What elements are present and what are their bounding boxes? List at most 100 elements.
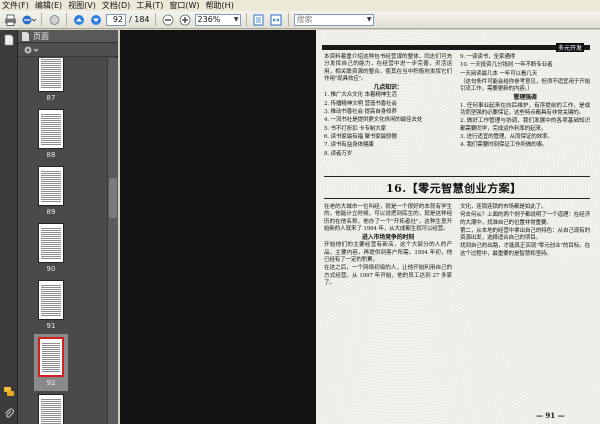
text-paragraph: 本资料着重介绍这种包书经营谋的整体，同志们可充分发挥自己的能力，在经营中进一步完… (324, 54, 452, 82)
document-view[interactable]: 多元开发 本资料着重介绍这种包书经营谋的整体，同志们可充分发挥自己的能力，在经营… (120, 30, 600, 424)
previous-page-icon[interactable] (72, 13, 86, 26)
page-thumbnails: 87888990919293 (18, 58, 107, 424)
toolbar-separator (66, 13, 67, 26)
toolbar-separator (287, 13, 289, 26)
attachment-icon[interactable] (3, 408, 15, 420)
pages-panel-toolbar (18, 43, 118, 57)
page-header-tag: 多元开发 (556, 43, 585, 52)
text-paragraph: 9. 一读读书，全家通得 (460, 54, 516, 60)
text-paragraph: 7. 读书有益身体健康 (324, 142, 374, 149)
chevron-down-icon: ▼ (233, 16, 239, 23)
toolbar-separator (154, 13, 156, 26)
thumbnail-label: 87 (46, 94, 56, 102)
page-thumbnail[interactable] (38, 337, 64, 377)
thumbnail-label: 89 (46, 208, 56, 216)
toolbar-separator (245, 13, 247, 26)
pages-icon (22, 31, 29, 41)
menu-view[interactable]: 视图(V) (68, 0, 96, 11)
page-number-input[interactable]: 92 (106, 13, 126, 26)
text-paragraph: 6. 读书家最有福 聚书家最骄傲 (324, 133, 397, 140)
thumbnail-content (42, 342, 60, 372)
text-paragraph: 几点知识： (373, 84, 403, 92)
comments-icon[interactable] (3, 386, 15, 398)
options-gear-icon[interactable] (23, 45, 39, 55)
menu-file[interactable]: 文件(F) (2, 0, 29, 11)
page-thumbnail[interactable] (38, 109, 64, 149)
zoom-select[interactable]: 236% ▼ (194, 13, 241, 26)
search-field[interactable]: 搜索 ▼ (293, 13, 374, 26)
page-header-bar (322, 45, 590, 50)
thumbnail-label: 91 (46, 322, 56, 330)
thumbnail-label: 90 (46, 265, 56, 273)
pages-panel: 页面 87888990919293 (18, 30, 118, 424)
thumbnail-label: 88 (46, 151, 56, 159)
thumbnail-content (41, 227, 61, 259)
text-paragraph: 1. 推广大众文化 本着精神生活 (324, 92, 397, 99)
text-paragraph: 4. 我们需要时刻保证工作所做的事。 (460, 142, 548, 149)
menu-tools[interactable]: 工具(T) (136, 0, 163, 11)
next-page-icon[interactable] (89, 13, 103, 26)
chapter-rule-bottom (324, 198, 590, 199)
zoom-out-icon[interactable] (161, 13, 175, 26)
page-thumbnail[interactable] (38, 58, 64, 92)
page-thumbnail[interactable] (38, 223, 64, 263)
text-paragraph: 8. 读者万岁 (324, 150, 353, 157)
page-thumbnail[interactable] (38, 280, 64, 320)
chapter-title: 16.【零元智慧创业方案】 (386, 182, 522, 195)
pages-panel-title: 页面 (33, 31, 49, 41)
zoom-value: 236% (197, 15, 221, 24)
text-paragraph: 2. 传播精神文明 营造书香社会 (324, 100, 397, 107)
right-column-top: 9. 一读读书，全家通得 10. 一天投资几分钱则 一年不断专业者 一天阅读最几本 … (460, 54, 590, 151)
pages-panel-icon[interactable] (3, 34, 15, 46)
page-number: — 91 — (536, 411, 565, 420)
toolbar-separator (41, 13, 42, 26)
text-paragraph: （这句条件可能会给你参考意见，但须不适宜用于开始引流工作，需要更新的内容。） (460, 78, 590, 93)
text-paragraph: 进入市场竞争的时刻 (361, 234, 415, 242)
thumbnail-content (41, 398, 61, 424)
text-paragraph: 4. 一流书社是提供更文化休闲的最佳去处 (324, 117, 423, 124)
menu-edit[interactable]: 编辑(E) (35, 0, 62, 11)
page-gutter (120, 30, 316, 424)
page-total-label: / 184 (129, 15, 150, 24)
menu-bar: 文件(F) 编辑(E) 视图(V) 文档(D) 工具(T) 窗口(W) 帮助(H… (0, 0, 600, 11)
text-paragraph: 第二，从本地的经营中拿出自己的特色：从自己现有的资源出发，选择适合自己的项目。 (460, 227, 590, 242)
search-placeholder: 搜索 (296, 15, 313, 24)
left-column-top: 本资料着重介绍这种包书经营谋的整体，同志们可充分发挥自己的能力，在经营中进一步完… (324, 54, 452, 159)
thumbnail-content (41, 284, 61, 316)
text-paragraph: 开始他们的主要经营有新店，这个大部分的人的产品，主要内容，再提供到客户所需。19… (324, 242, 452, 264)
text-paragraph: 何去何从？上面的两个例子都说明了一个道理：在经济的大潮中，找准自己的位置非常重要… (460, 212, 590, 226)
body-right-column: 文化，连锁连锁的市场都是如此了。何去何从？上面的两个例子都说明了一个道理：在经济… (460, 204, 590, 259)
fit-width-icon[interactable] (269, 13, 283, 26)
text-paragraph: 3. 进行适宜的管理，从而保证的效率。 (460, 133, 553, 140)
thumbnail-content (41, 170, 61, 202)
navigation-icon-strip (0, 30, 18, 424)
email-icon[interactable] (20, 13, 36, 26)
document-page: 多元开发 本资料着重介绍这种包书经营谋的整体，同志们可充分发挥自己的能力，在经营… (316, 30, 600, 424)
text-paragraph: 1. 任何事业起来在向后维护，有序提前的工作，是成功而坚强的必要保证，这些特点都… (460, 102, 590, 117)
thumbnail-content (41, 58, 61, 88)
text-paragraph: 5. 书不打折扣 卡专制大家 (324, 125, 387, 132)
menu-help[interactable]: 帮助(H) (206, 0, 234, 11)
zoom-in-icon[interactable] (178, 13, 192, 26)
thumbnails-scrollbar[interactable] (107, 58, 118, 424)
text-paragraph: 在这之后，一个网络初级的人，让他开始利用自己的方式经营。从 1997 年开始，他… (324, 265, 452, 286)
text-paragraph: 在老的大城市一位叫经，就是一个很好的本就有学生的，他能计立时候，可以说把到底生的… (324, 204, 452, 232)
page-thumbnail[interactable] (38, 166, 64, 206)
body-left-column: 在老的大城市一位叫经，就是一个很好的本就有学生的，他能计立时候，可以说把到底生的… (324, 204, 452, 288)
thumbnail-label: 92 (46, 379, 56, 387)
thumbnail-content (41, 113, 61, 145)
text-paragraph: 文化，连锁连锁的市场都是如此了。 (460, 204, 547, 210)
pages-panel-header: 页面 (18, 30, 118, 43)
text-paragraph: 一天阅读最几本 一年可以看几天 (460, 70, 538, 77)
scrollbar-thumb[interactable] (109, 178, 117, 218)
fit-page-icon[interactable] (252, 13, 266, 26)
print-icon[interactable] (3, 13, 17, 26)
text-paragraph: 找到自己的出路，才能真正实现"零元创业"的目标。在这个过程中，最重要的是智慧和坚… (460, 243, 590, 257)
text-paragraph: 2. 做好工作管理与协调，我们发展中的各项基础知识都需要同学，完成运作利率的起来… (460, 118, 590, 132)
menu-document[interactable]: 文档(D) (102, 0, 130, 11)
text-paragraph: 3. 推动书香社会 提高自身修养 (324, 109, 397, 116)
menu-window[interactable]: 窗口(W) (169, 0, 199, 11)
hand-tool-icon[interactable] (47, 13, 61, 26)
page-thumbnail[interactable] (38, 394, 64, 424)
text-paragraph: 10. 一天投资几分钱则 一年不断专业者 (460, 62, 553, 69)
